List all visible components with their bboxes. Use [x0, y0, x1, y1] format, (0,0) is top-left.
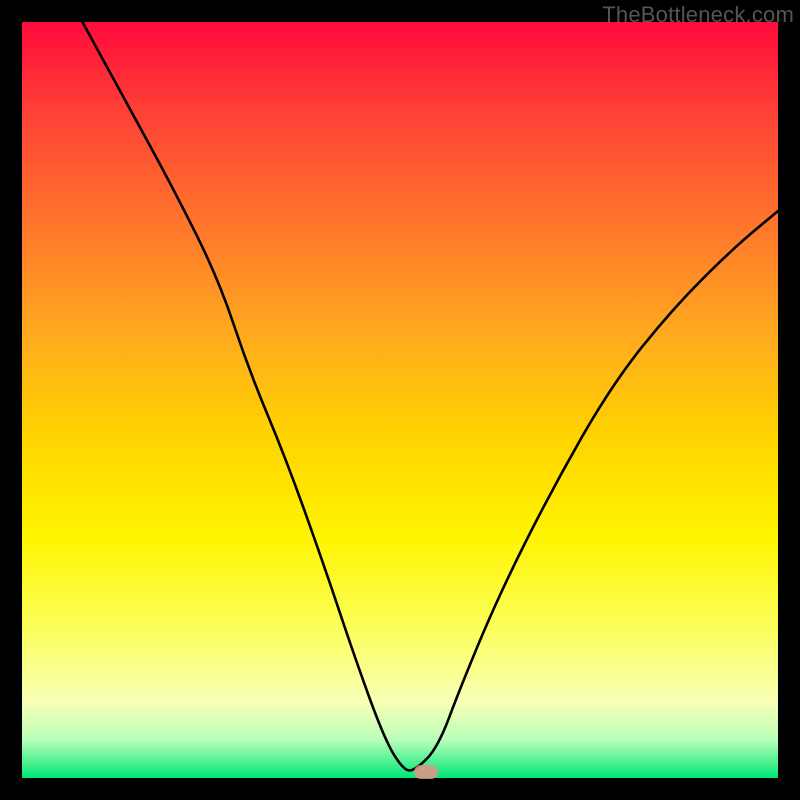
watermark-text: TheBottleneck.com: [602, 2, 794, 28]
chart-gradient-background: [22, 22, 778, 778]
optimal-point-marker: [414, 765, 438, 779]
